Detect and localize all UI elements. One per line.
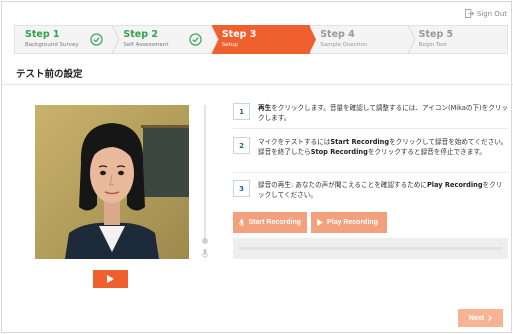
- app-frame: Sign Out Step 1 Background Survey Step 2…: [1, 1, 513, 333]
- playback-progress: [233, 238, 508, 259]
- step-label: Begin Test: [418, 42, 447, 48]
- instruction-1: 1 再生をクリックします。音量を確認して調整するには、アイコン(Mikaの下)を…: [233, 103, 508, 123]
- microphone-icon: [239, 218, 245, 227]
- instruction-2: 2 マイクをテストするにはStart Recordingをクリックして録音を始め…: [233, 137, 508, 157]
- instruction-text-before: 録音の再生: あなたの声が聞こえることを確認するために: [258, 181, 427, 189]
- instruction-text-middle: をクリックします。音量を確認して調整するには、アイコン(Mikaの下)をクリック…: [258, 104, 509, 122]
- instruction-keyword: Stop Recording: [310, 148, 368, 156]
- instruction-keyword: Play Recording: [426, 181, 483, 189]
- chevron-right-icon: [488, 315, 493, 321]
- next-button[interactable]: Next: [458, 309, 503, 327]
- step-2: Step 2 Self Assessment: [113, 25, 219, 54]
- playback-progress-bar: [239, 247, 502, 250]
- step-chevron: [112, 25, 120, 54]
- progress-stepper: Step 1 Background Survey Step 2 Self Ass…: [14, 25, 509, 54]
- step-badge: 2: [233, 137, 250, 154]
- check-circle-icon: [189, 33, 202, 46]
- step-number: Step 3: [221, 29, 257, 40]
- play-icon: [317, 219, 323, 226]
- step-chevron: [309, 25, 317, 54]
- step-label: Sample Question: [320, 42, 368, 48]
- step-1: Step 1 Background Survey: [14, 25, 120, 54]
- step-chevron: [407, 25, 416, 54]
- step-number: Step 5: [418, 29, 454, 40]
- next-label: Next: [468, 314, 485, 322]
- play-recording-label: Play Recording: [327, 219, 378, 226]
- step-badge: 3: [233, 180, 250, 197]
- instruction-text-after: をクリックすると録音を停止できます。: [367, 148, 486, 156]
- sign-out-label: Sign Out: [476, 9, 507, 18]
- volume-track[interactable]: [204, 105, 206, 241]
- volume-thumb[interactable]: [202, 238, 208, 244]
- sign-out-icon: [464, 9, 474, 18]
- start-recording-label: Start Recording: [248, 219, 301, 226]
- step-badge: 1: [233, 103, 250, 120]
- step-5: Step 5 Begin Test: [408, 25, 509, 54]
- instruction-text-before: マイクをテストするには: [258, 138, 331, 146]
- instruction-3: 3 録音の再生: あなたの声が聞こえることを確認するためにPlay Record…: [233, 180, 508, 200]
- step-label: Setup: [221, 42, 238, 48]
- step-chevron: [210, 25, 219, 54]
- instruction-divider: [233, 172, 508, 173]
- play-icon: [107, 275, 114, 283]
- avatar-mika: [35, 105, 189, 259]
- check-circle-icon: [90, 33, 104, 46]
- instruction-text: 再生をクリックします。音量を確認して調整するには、アイコン(Mikaの下)をクリ…: [258, 103, 508, 123]
- play-recording-button[interactable]: Play Recording: [311, 212, 387, 233]
- instruction-keyword: Start Recording: [330, 138, 390, 146]
- step-4: Step 4 Sample Question: [310, 25, 416, 54]
- step-number: Step 4: [320, 29, 355, 40]
- avatar-illustration: [35, 105, 189, 259]
- instruction-text: 録音の再生: あなたの声が聞こえることを確認するためにPlay Recordin…: [258, 180, 508, 200]
- instruction-text: マイクをテストするにはStart Recordingをクリックして録音を始めてく…: [258, 137, 508, 157]
- start-recording-button[interactable]: Start Recording: [233, 212, 307, 233]
- microphone-icon[interactable]: [201, 249, 209, 259]
- title-divider: [2, 84, 513, 85]
- step-3: Step 3 Setup: [211, 25, 317, 54]
- instruction-keyword: 再生: [258, 104, 272, 112]
- instruction-divider: [233, 128, 508, 129]
- page-title: テスト前の設定: [16, 69, 83, 80]
- sign-out-link[interactable]: Sign Out: [464, 9, 507, 18]
- volume-slider[interactable]: [201, 105, 209, 259]
- avatar-play-button[interactable]: [93, 270, 128, 288]
